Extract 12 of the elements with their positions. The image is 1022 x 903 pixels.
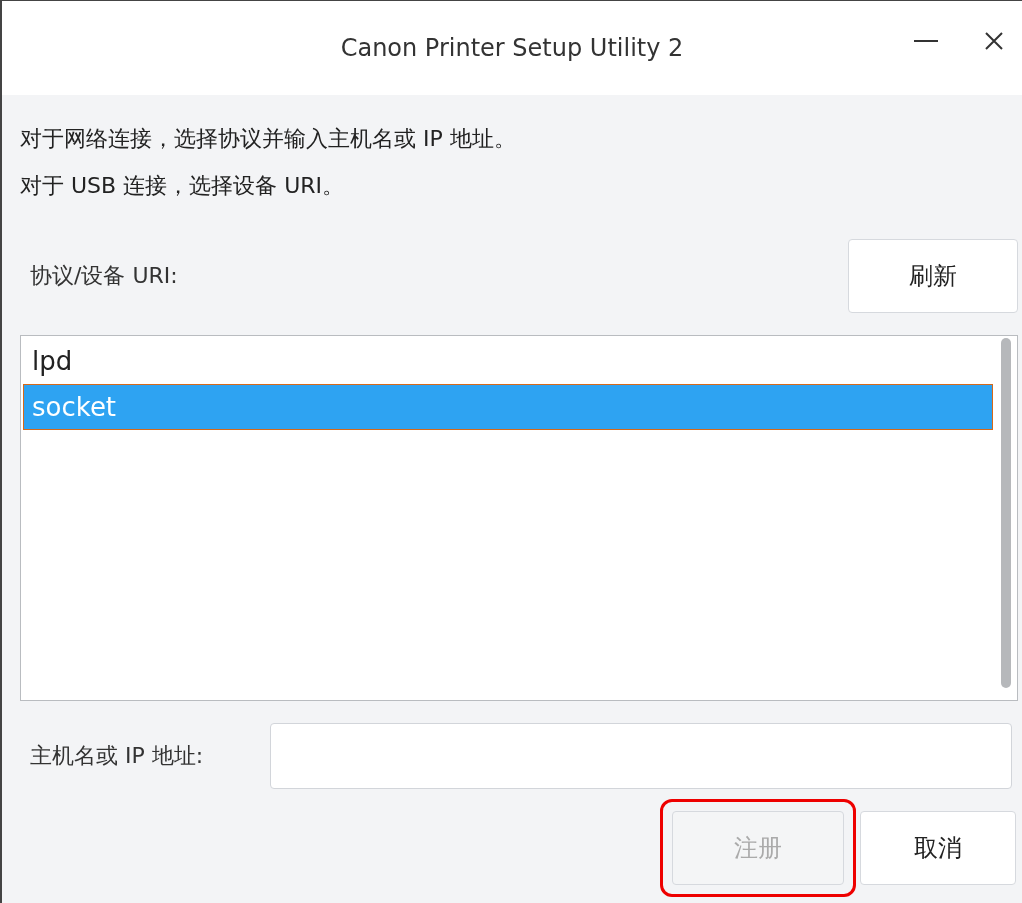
protocol-label: 协议/设备 URI: (29, 262, 178, 290)
scrollbar-thumb[interactable] (1001, 338, 1011, 688)
dialog-button[interactable]: 取消 (860, 811, 1016, 885)
close-icon[interactable] (984, 31, 1004, 51)
minimize-icon[interactable] (914, 39, 938, 43)
list-item[interactable]: lpd (23, 338, 993, 384)
host-label: 主机名或 IP 地址: (29, 742, 204, 770)
refresh-button[interactable]: 刷新 (848, 239, 1018, 313)
instruction-text: 对于网络连接，选择协议并输入主机名或 IP 地址。 (20, 125, 517, 153)
instruction-text: 对于 USB 连接，选择设备 URI。 (20, 172, 346, 200)
host-input-field[interactable] (270, 723, 1012, 789)
window-title: Canon Printer Setup Utility 2 (340, 34, 684, 62)
